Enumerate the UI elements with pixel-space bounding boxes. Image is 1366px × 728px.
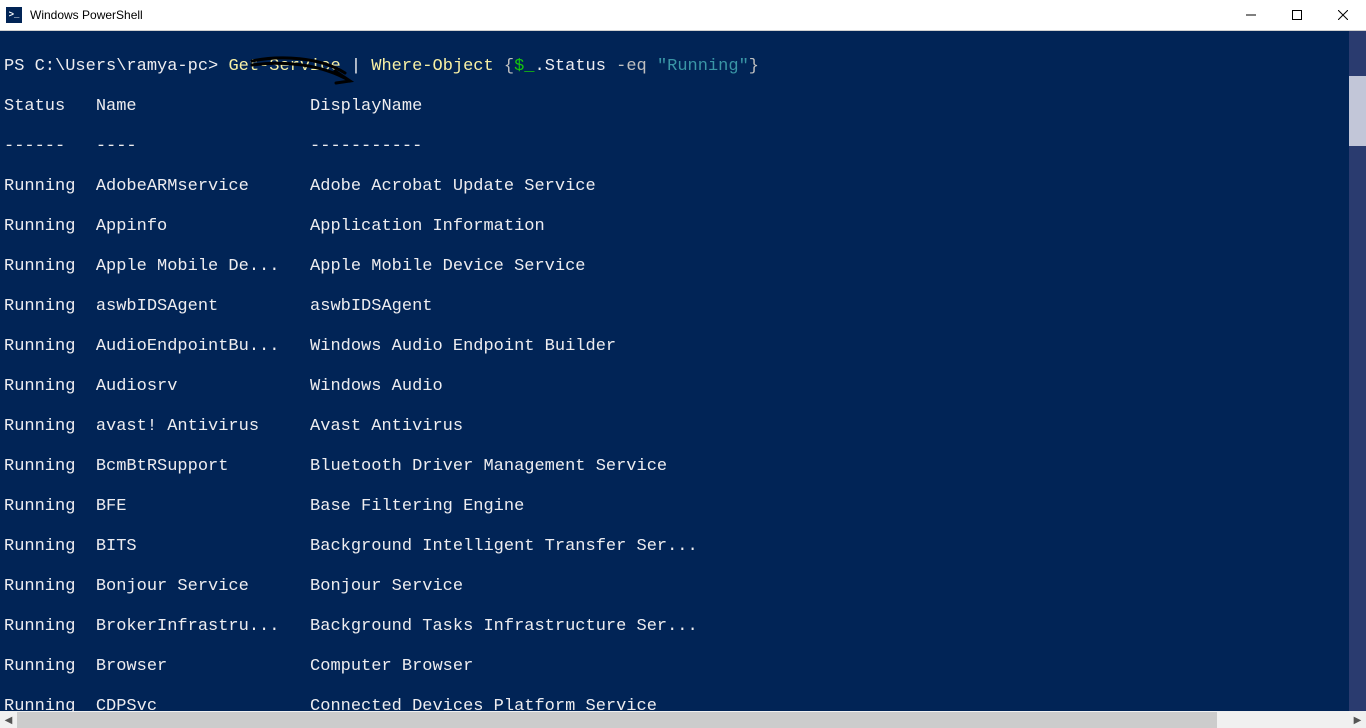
table-row: RunningBcmBtRSupportBluetooth Driver Man… (4, 457, 1366, 477)
app-icon: >_ (0, 0, 28, 30)
close-icon (1338, 10, 1348, 20)
window-title: Windows PowerShell (28, 8, 1228, 22)
table-row: RunningAppinfoApplication Information (4, 217, 1366, 237)
horizontal-scrollbar-track[interactable] (17, 711, 1349, 728)
cell-status: Running (4, 537, 96, 557)
cell-status: Running (4, 497, 96, 517)
cell-status: Running (4, 177, 96, 197)
header-row: StatusNameDisplayName (4, 97, 1366, 117)
table-row: RunningBFEBase Filtering Engine (4, 497, 1366, 517)
table-row: RunningApple Mobile De...Apple Mobile De… (4, 257, 1366, 277)
cell-name: Appinfo (96, 217, 310, 237)
table-row: Runningavast! AntivirusAvast Antivirus (4, 417, 1366, 437)
cell-displayname: Application Information (310, 217, 545, 237)
table-row: RunningBITSBackground Intelligent Transf… (4, 537, 1366, 557)
horizontal-scrollbar[interactable]: ◀ ▶ (0, 711, 1366, 728)
maximize-button[interactable] (1274, 0, 1320, 30)
table-row: RunningaswbIDSAgentaswbIDSAgent (4, 297, 1366, 317)
cell-displayname: Windows Audio (310, 377, 443, 397)
prompt-line: PS C:\Users\ramya-pc> Get-Service | Wher… (4, 57, 759, 76)
cell-displayname: Computer Browser (310, 657, 473, 677)
cell-status: Running (4, 657, 96, 677)
cell-name: AudioEndpointBu... (96, 337, 310, 357)
table-row: RunningAdobeARMserviceAdobe Acrobat Upda… (4, 177, 1366, 197)
cell-status: Running (4, 617, 96, 637)
table-row: RunningBonjour ServiceBonjour Service (4, 577, 1366, 597)
maximize-icon (1292, 10, 1302, 20)
vertical-scrollbar[interactable] (1349, 31, 1366, 711)
header-underline: --------------------- (4, 137, 1366, 157)
vertical-scrollbar-thumb[interactable] (1349, 76, 1366, 146)
cell-displayname: Background Intelligent Transfer Ser... (310, 537, 698, 557)
cell-name: BrokerInfrastru... (96, 617, 310, 637)
cell-name: avast! Antivirus (96, 417, 310, 437)
cell-displayname: Connected Devices Platform Service (310, 697, 657, 711)
cell-name: Browser (96, 657, 310, 677)
table-row: RunningCDPSvcConnected Devices Platform … (4, 697, 1366, 711)
close-button[interactable] (1320, 0, 1366, 30)
cell-status: Running (4, 337, 96, 357)
cell-displayname: aswbIDSAgent (310, 297, 432, 317)
cell-status: Running (4, 257, 96, 277)
cell-name: BcmBtRSupport (96, 457, 310, 477)
cell-status: Running (4, 697, 96, 711)
cell-displayname: Bonjour Service (310, 577, 463, 597)
table-row: RunningBrowserComputer Browser (4, 657, 1366, 677)
console-area[interactable]: PS C:\Users\ramya-pc> Get-Service | Wher… (0, 31, 1366, 711)
cell-displayname: Avast Antivirus (310, 417, 463, 437)
cell-name: AdobeARMservice (96, 177, 310, 197)
horizontal-scrollbar-thumb[interactable] (17, 712, 1217, 728)
console-output: PS C:\Users\ramya-pc> Get-Service | Wher… (0, 31, 1366, 711)
powershell-icon: >_ (6, 7, 22, 23)
table-row: RunningBrokerInfrastru...Background Task… (4, 617, 1366, 637)
cell-name: BITS (96, 537, 310, 557)
titlebar[interactable]: >_ Windows PowerShell (0, 0, 1366, 31)
header-status: Status (4, 97, 96, 117)
cell-displayname: Bluetooth Driver Management Service (310, 457, 667, 477)
cell-status: Running (4, 577, 96, 597)
cell-displayname: Base Filtering Engine (310, 497, 524, 517)
cell-status: Running (4, 417, 96, 437)
cell-name: Bonjour Service (96, 577, 310, 597)
cell-displayname: Apple Mobile Device Service (310, 257, 585, 277)
table-row: RunningAudiosrvWindows Audio (4, 377, 1366, 397)
cell-name: Audiosrv (96, 377, 310, 397)
cell-name: CDPSvc (96, 697, 310, 711)
scroll-right-button[interactable]: ▶ (1349, 711, 1366, 728)
header-name: Name (96, 97, 310, 117)
scroll-left-button[interactable]: ◀ (0, 711, 17, 728)
table-row: RunningAudioEndpointBu...Windows Audio E… (4, 337, 1366, 357)
cell-displayname: Background Tasks Infrastructure Ser... (310, 617, 698, 637)
cell-status: Running (4, 377, 96, 397)
cell-status: Running (4, 217, 96, 237)
cell-name: Apple Mobile De... (96, 257, 310, 277)
cell-displayname: Windows Audio Endpoint Builder (310, 337, 616, 357)
cell-status: Running (4, 457, 96, 477)
cell-displayname: Adobe Acrobat Update Service (310, 177, 596, 197)
minimize-button[interactable] (1228, 0, 1274, 30)
cell-name: BFE (96, 497, 310, 517)
cell-status: Running (4, 297, 96, 317)
minimize-icon (1246, 10, 1256, 20)
header-displayname: DisplayName (310, 97, 422, 117)
cell-name: aswbIDSAgent (96, 297, 310, 317)
